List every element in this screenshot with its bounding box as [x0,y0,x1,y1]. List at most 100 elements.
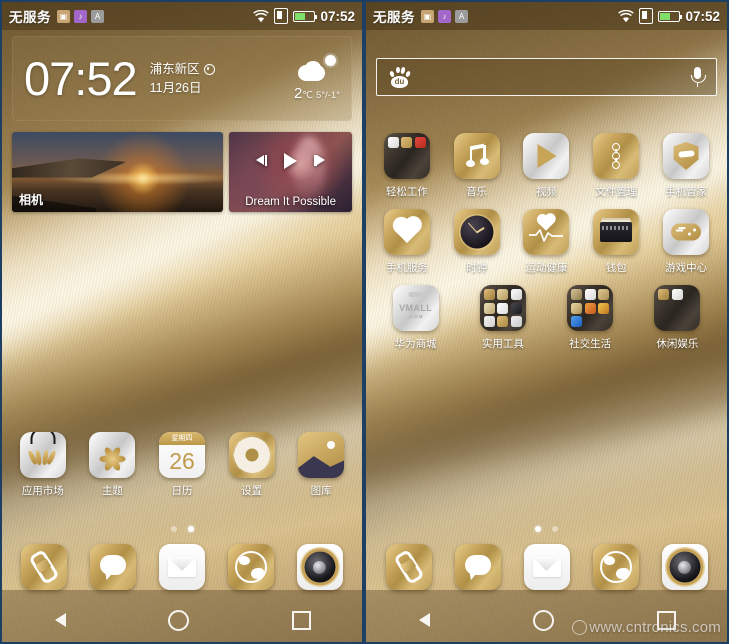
phone-screen-right: 无服务 ▣ ♪ A 07:52 du 轻松工作 音乐 视频 文件管理 手机管家 … [364,0,729,644]
app-icon-vmall[interactable]: VMALL .COM 华为商城 [385,285,447,351]
media-cards: 相机 Dream It Possible [12,132,352,212]
notification-icons: ▣ ♪ A [421,9,468,23]
app-row-1: 轻松工作 音乐 视频 文件管理 手机管家 [366,133,727,199]
folder-icon-work[interactable]: 轻松工作 [376,133,438,199]
app-label: 设置 [241,485,263,497]
app-icon-video[interactable]: 视频 [515,133,577,199]
camera-card-label: 相机 [19,193,44,207]
page-indicator[interactable] [366,526,727,532]
dock [366,544,727,590]
carrier-label: 无服务 [373,10,415,25]
app-market-icon [19,432,66,478]
calendar-icon: 星期四 26 [158,432,205,478]
status-time: 07:52 [320,8,355,24]
vmall-text: VMALL [399,302,433,313]
file-manager-icon [593,133,640,179]
app-row-2: 手机服务 时钟 运动健康 钱包 游戏中心 [366,209,727,275]
app-icon-themes[interactable]: 主题 [81,432,143,498]
page-dot-1[interactable] [535,526,541,532]
home-icon[interactable] [168,609,190,631]
notification-icon-3: A [455,9,468,23]
camera-lens-icon[interactable] [661,544,708,590]
folder-icon [654,285,701,331]
clock-weather-widget[interactable]: 07:52 浦东新区 11月26日 2℃ 5°/-1° [12,36,352,121]
widget-date: 11月26日 [149,80,202,95]
app-icon-music[interactable]: 音乐 [446,133,508,199]
globe-icon[interactable] [592,544,639,590]
health-ecg-icon [523,209,570,255]
notification-icon-2: ♪ [74,9,87,23]
app-icon-gallery[interactable]: 图库 [290,432,352,498]
app-icon-file-manager[interactable]: 文件管理 [585,133,647,199]
calendar-weekday: 星期四 [158,432,205,445]
previous-icon[interactable] [256,155,268,167]
folder-icon [567,285,614,331]
app-label: 运动健康 [525,262,568,274]
page-dot-1[interactable] [170,526,177,532]
app-icon-calendar[interactable]: 星期四 26 日历 [151,432,213,498]
app-icon-game-center[interactable]: 游戏中心 [655,209,717,275]
app-label: 钱包 [605,262,627,274]
microphone-icon[interactable] [691,67,706,87]
app-label: 轻松工作 [385,186,428,198]
search-widget[interactable] [376,58,717,96]
app-label: 主题 [101,485,123,497]
music-card[interactable]: Dream It Possible [229,132,352,212]
page-indicator[interactable] [2,526,362,532]
search-input[interactable] [421,68,681,86]
phone-icon[interactable] [21,544,68,590]
app-label: 华为商城 [394,338,437,350]
message-bubble-icon[interactable] [454,544,501,590]
music-note-icon [453,133,500,179]
page-dot-2[interactable] [187,526,194,532]
recents-icon[interactable] [291,610,311,630]
app-icon-health[interactable]: 运动健康 [515,209,577,275]
app-icon-phone-service[interactable]: 手机服务 [376,209,438,275]
back-icon[interactable] [53,611,67,629]
notification-icon-3: A [91,9,104,23]
app-label: 休闲娱乐 [656,338,699,350]
baidu-paw-icon [389,66,412,88]
envelope-icon[interactable] [523,544,570,590]
status-time: 07:52 [685,8,720,24]
widget-time: 07:52 [24,52,138,105]
app-icon-app-market[interactable]: 应用市场 [12,432,74,498]
vmall-icon: VMALL .COM [392,285,439,331]
globe-icon[interactable] [227,544,274,590]
sim-icon [274,8,289,24]
app-label: 时钟 [466,262,488,274]
next-icon[interactable] [314,155,326,167]
folder-icon-social[interactable]: 社交生活 [559,285,621,351]
app-label: 音乐 [466,186,488,198]
phone-screen-left: 无服务 ▣ ♪ A 07:52 07:52 浦东新区 11月26日 2℃ 5°/… [0,0,364,644]
app-grid: 轻松工作 音乐 视频 文件管理 手机管家 手机服务 时钟 运动健康 钱包 游戏中… [366,133,727,361]
app-grid: 应用市场 主题 星期四 26 日历 设置 图库 [2,432,362,508]
envelope-icon[interactable] [158,544,205,590]
copyright-icon [572,620,588,635]
app-icon-phone-manager[interactable]: 手机管家 [655,133,717,199]
folder-icon-tools[interactable]: 实用工具 [472,285,534,351]
app-icon-clock[interactable]: 时钟 [446,209,508,275]
dual-phone-screenshot: 无服务 ▣ ♪ A 07:52 07:52 浦东新区 11月26日 2℃ 5°/… [0,0,729,644]
back-icon[interactable] [417,611,431,629]
status-bar: 无服务 ▣ ♪ A 07:52 [2,2,362,30]
app-label: 游戏中心 [665,262,708,274]
app-icon-settings[interactable]: 设置 [221,432,283,498]
play-icon[interactable] [284,152,298,169]
home-icon[interactable] [532,609,554,631]
watermark-text: www.cntronics.com [589,619,721,636]
message-bubble-icon[interactable] [90,544,137,590]
camera-lens-icon[interactable] [296,544,343,590]
sim-icon [639,8,654,24]
folder-icon-entertainment[interactable]: 休闲娱乐 [646,285,708,351]
phone-icon[interactable] [385,544,432,590]
dock [2,544,362,590]
app-label: 手机服务 [385,262,428,274]
folder-icon [383,133,430,179]
app-icon-wallet[interactable]: 钱包 [585,209,647,275]
weather-block[interactable]: 2℃ 5°/-1° [294,55,340,102]
camera-card[interactable]: 相机 [12,132,224,212]
video-play-icon [523,133,570,179]
app-label: 文件管理 [595,186,638,198]
page-dot-2[interactable] [552,526,558,532]
